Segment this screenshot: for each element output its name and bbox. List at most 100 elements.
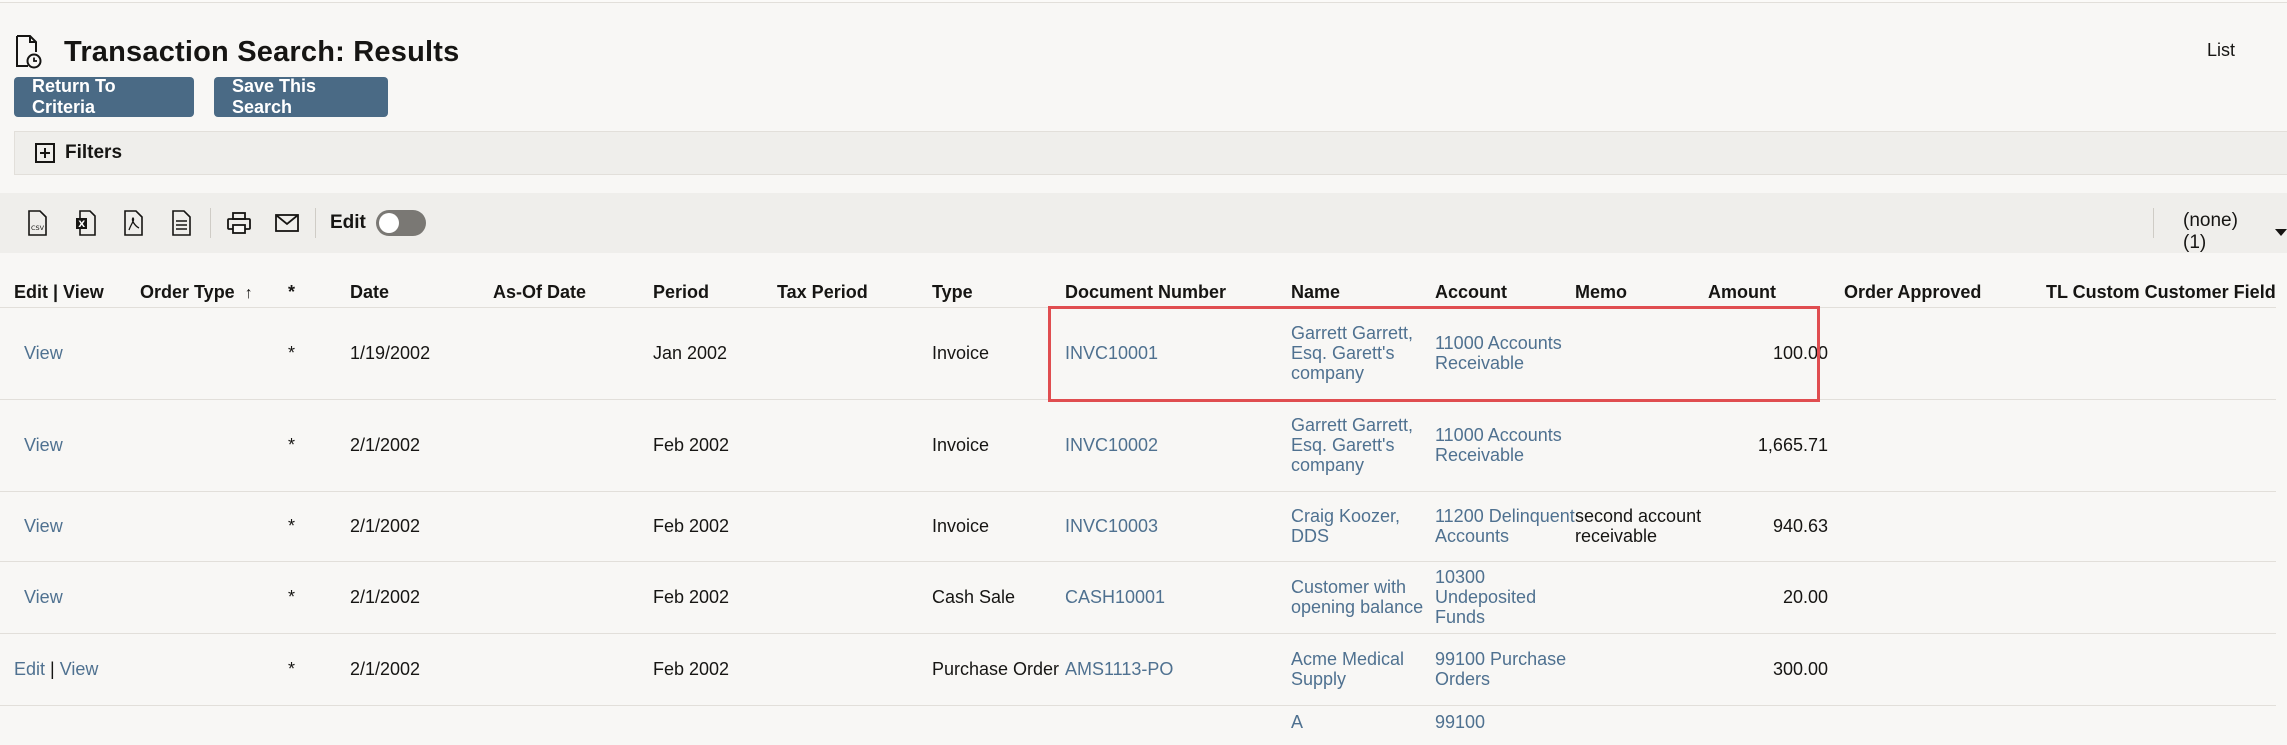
view-select[interactable]: (none)(1): [2183, 210, 2287, 254]
document-number-link[interactable]: AMS1113-PO: [1065, 632, 1291, 705]
star-cell: *: [288, 560, 350, 633]
tax-period-cell: [777, 306, 932, 399]
name-link[interactable]: Craig Koozer, DDS: [1291, 490, 1435, 561]
toolbar-divider: [315, 208, 316, 238]
col-tl-custom-customer-field[interactable]: TL Custom Customer Field: [2046, 277, 2276, 307]
tl-custom-field-cell: [2046, 306, 2276, 399]
account-link[interactable]: 99100 Purchase Orders: [1435, 632, 1575, 705]
col-date[interactable]: Date: [350, 277, 493, 307]
list-link[interactable]: List: [2207, 40, 2235, 61]
type-cell: Purchase Order: [932, 632, 1065, 705]
pdf-export-icon[interactable]: [120, 209, 148, 237]
page-header: Transaction Search: Results: [14, 30, 459, 74]
tax-period-cell: [777, 704, 932, 745]
view-link[interactable]: View: [24, 435, 63, 455]
svg-text:X: X: [78, 220, 85, 230]
document-number-link[interactable]: CASH10001: [1065, 560, 1291, 633]
table-header-row: Edit | View Order Type ↑ * Date As-Of Dat…: [0, 277, 2276, 307]
amount-cell: [1708, 704, 1844, 745]
order-type-cell: [140, 704, 288, 745]
view-select-value: (none)(1): [2183, 210, 2238, 253]
col-order-type[interactable]: Order Type ↑: [140, 277, 288, 307]
memo-cell: second account receivable: [1575, 490, 1708, 561]
top-border: [0, 0, 2287, 3]
print-icon[interactable]: [225, 209, 253, 237]
star-cell: [288, 704, 350, 745]
view-link[interactable]: View: [24, 587, 63, 607]
col-order-type-label: Order Type: [140, 281, 235, 302]
edit-view-separator: |: [45, 659, 60, 679]
asof-date-cell: [493, 632, 653, 705]
col-type[interactable]: Type: [932, 277, 1065, 307]
amount-cell: 1,665.71: [1708, 398, 1844, 491]
order-approved-cell: [1844, 704, 2046, 745]
results-toolbar: CSV X Edit (none)(1): [0, 193, 2287, 253]
name-link[interactable]: A: [1291, 704, 1435, 745]
edit-toggle[interactable]: [375, 210, 426, 236]
account-link[interactable]: 99100: [1435, 704, 1575, 745]
return-to-criteria-button[interactable]: Return To Criteria: [14, 76, 194, 117]
period-cell: Feb 2002: [653, 490, 777, 561]
document-number-link[interactable]: INVC10001: [1065, 306, 1291, 399]
email-icon[interactable]: [273, 209, 301, 237]
excel-export-icon[interactable]: X: [72, 209, 100, 237]
col-amount[interactable]: Amount: [1708, 277, 1844, 307]
order-approved-cell: [1844, 560, 2046, 633]
col-period[interactable]: Period: [653, 277, 777, 307]
csv-export-icon[interactable]: CSV: [24, 209, 52, 237]
expand-plus-icon: [35, 143, 55, 163]
edit-view-cell: View: [0, 398, 140, 491]
name-link[interactable]: Garrett Garrett, Esq. Garett's company: [1291, 398, 1435, 491]
edit-link[interactable]: Edit: [14, 659, 45, 679]
star-cell: *: [288, 490, 350, 561]
document-number-link[interactable]: INVC10002: [1065, 398, 1291, 491]
tax-period-cell: [777, 560, 932, 633]
tax-period-cell: [777, 490, 932, 561]
col-edit-view: Edit | View: [14, 281, 104, 302]
account-link[interactable]: 11200 Delinquent Accounts: [1435, 490, 1575, 561]
amount-cell: 100.00: [1708, 306, 1844, 399]
col-tax-period[interactable]: Tax Period: [777, 277, 932, 307]
document-icon[interactable]: [168, 209, 196, 237]
col-account[interactable]: Account: [1435, 277, 1575, 307]
amount-cell: 940.63: [1708, 490, 1844, 561]
account-link[interactable]: 11000 Accounts Receivable: [1435, 306, 1575, 399]
period-cell: Feb 2002: [653, 632, 777, 705]
view-link[interactable]: View: [24, 516, 63, 536]
col-asof-date[interactable]: As-Of Date: [493, 277, 653, 307]
order-type-cell: [140, 560, 288, 633]
account-link[interactable]: 11000 Accounts Receivable: [1435, 398, 1575, 491]
col-order-approved[interactable]: Order Approved: [1844, 277, 2046, 307]
results-table: Edit | View Order Type ↑ * Date As-Of Dat…: [0, 277, 2276, 745]
document-number-link[interactable]: INVC10003: [1065, 490, 1291, 561]
filters-label: Filters: [65, 142, 123, 163]
asof-date-cell: [493, 306, 653, 399]
account-link[interactable]: 10300 Undeposited Funds: [1435, 560, 1575, 633]
page-title: Transaction Search: Results: [64, 35, 460, 68]
col-memo[interactable]: Memo: [1575, 277, 1708, 307]
type-cell: Invoice: [932, 490, 1065, 561]
memo-cell: [1575, 398, 1708, 491]
col-document-number[interactable]: Document Number: [1065, 277, 1291, 307]
asof-date-cell: [493, 490, 653, 561]
date-cell: 1/19/2002: [350, 306, 493, 399]
edit-view-cell: [0, 704, 140, 745]
document-number-link[interactable]: [1065, 704, 1291, 745]
view-link[interactable]: View: [60, 659, 99, 679]
col-name[interactable]: Name: [1291, 277, 1435, 307]
view-link[interactable]: View: [24, 343, 63, 363]
name-link[interactable]: Acme Medical Supply: [1291, 632, 1435, 705]
save-this-search-button[interactable]: Save This Search: [214, 76, 388, 117]
filters-panel-toggle[interactable]: Filters: [14, 131, 2287, 175]
type-cell: Invoice: [932, 306, 1065, 399]
period-cell: Feb 2002: [653, 560, 777, 633]
name-link[interactable]: Garrett Garrett, Esq. Garett's company: [1291, 306, 1435, 399]
name-link[interactable]: Customer with opening balance: [1291, 560, 1435, 633]
order-type-cell: [140, 398, 288, 491]
order-approved-cell: [1844, 490, 2046, 561]
toolbar-divider: [2153, 208, 2154, 238]
table-row: View * 1/19/2002 Jan 2002 Invoice INVC10…: [0, 306, 2276, 399]
date-cell: 2/1/2002: [350, 490, 493, 561]
col-star[interactable]: *: [288, 277, 350, 307]
type-cell: Invoice: [932, 398, 1065, 491]
